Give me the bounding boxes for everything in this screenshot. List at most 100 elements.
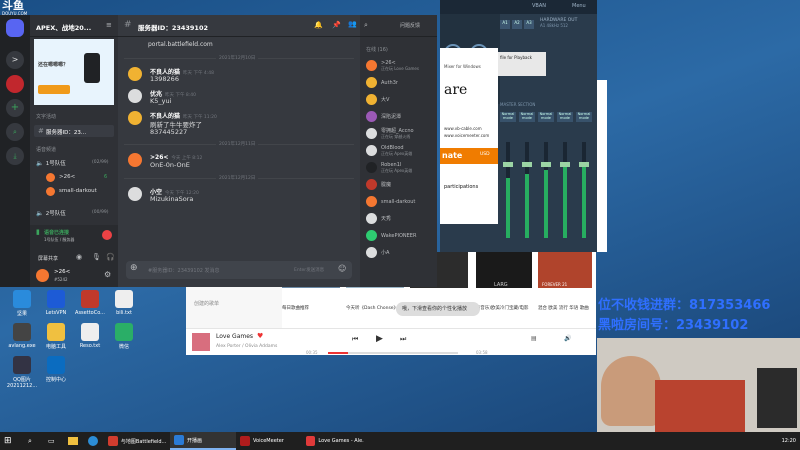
message-author[interactable]: >26< — [150, 154, 168, 161]
normal-mode-label[interactable]: Normal mode — [538, 112, 554, 122]
server-header[interactable]: APEX、战地20... ≡ — [30, 15, 118, 37]
taskbar-app[interactable]: VoiceMeeter — [236, 432, 302, 450]
donate-button[interactable]: nate USD — [440, 148, 498, 164]
headset-icon[interactable]: 🎧 — [106, 253, 115, 261]
emoji-icon[interactable]: ☺ — [338, 264, 346, 273]
pin-icon[interactable]: 📌 — [332, 21, 341, 29]
avatar[interactable] — [128, 89, 142, 103]
play-icon[interactable]: ▶ — [376, 334, 383, 344]
voice-category[interactable]: 语音频道 — [36, 146, 56, 153]
progress-track[interactable] — [328, 352, 458, 354]
prev-icon[interactable]: ⏮ — [352, 335, 358, 344]
member-item[interactable]: 天秀 — [366, 210, 436, 227]
feedback-link[interactable]: 问题反馈 — [400, 22, 420, 29]
normal-mode-label[interactable]: Normal mode — [557, 112, 573, 122]
voice-user[interactable]: small-darkout — [46, 187, 116, 198]
add-attachment-icon[interactable]: ⊕ — [130, 263, 138, 273]
message-input[interactable]: ⊕ #服务器ID：23439102 发消息 Enter发送消息 ☺ — [126, 261, 352, 279]
explorer-button[interactable] — [64, 432, 84, 450]
member-item[interactable]: Auth3r — [366, 74, 436, 91]
bus-button-a1[interactable]: A1 — [500, 20, 510, 29]
avatar — [366, 145, 377, 156]
start-button[interactable]: ⊞ — [0, 432, 24, 450]
bus-button-a2[interactable]: A2 — [512, 20, 522, 29]
desktop-icon[interactable]: 控制中心 — [36, 356, 76, 389]
avatar[interactable] — [36, 269, 49, 282]
member-item[interactable]: 小A — [366, 244, 436, 261]
download-icon[interactable]: ⤓ — [6, 147, 24, 165]
heart-icon[interactable]: ♥ — [257, 332, 263, 340]
member-item[interactable]: 零拥超_Accno 正在玩 穿越火线 — [366, 125, 436, 142]
taskbar-app[interactable]: 与地图Battlefield... — [104, 432, 170, 450]
screen-share-label[interactable]: 屏幕共享 — [38, 255, 58, 262]
member-item[interactable]: 大V — [366, 91, 436, 108]
vb-menu[interactable]: Menu — [572, 3, 586, 9]
members-icon[interactable]: 👥 — [348, 20, 357, 28]
fader-knob[interactable] — [541, 162, 551, 167]
banner-button[interactable] — [38, 85, 70, 94]
bell-icon[interactable]: 🔔 — [314, 21, 323, 29]
fader-knob[interactable] — [560, 162, 570, 167]
member-item[interactable]: Roben1l 正在玩 Apex英雄 — [366, 159, 436, 176]
discord-home-icon[interactable] — [6, 19, 24, 37]
member-item[interactable]: small-darkout — [366, 193, 436, 210]
volume-icon[interactable]: 🔊 — [564, 335, 571, 342]
master-section-label: MASTER SECTION — [500, 100, 595, 108]
member-item[interactable]: >26< 正在玩 Love Games — [366, 57, 436, 74]
mic-icon[interactable]: 🎙 — [92, 253, 101, 261]
normal-mode-label[interactable]: Normal mode — [576, 112, 592, 122]
search-button[interactable]: ⌕ — [24, 432, 44, 450]
normal-mode-label[interactable]: Normal mode — [519, 112, 535, 122]
fader-track[interactable] — [541, 142, 551, 238]
disconnect-icon[interactable] — [102, 230, 112, 240]
settings-gear-icon[interactable]: ⚙ — [104, 270, 111, 279]
voice-channel-team2[interactable]: 🔈 2号队伍 (00/99) — [36, 209, 116, 219]
voice-channel-team1[interactable]: 🔈 1号队伍 (02/99) — [36, 159, 116, 169]
fader-track[interactable] — [503, 142, 513, 238]
desktop-icon[interactable]: bili.txt — [104, 290, 144, 317]
fader-track[interactable] — [560, 142, 570, 238]
clock[interactable]: 12:20 — [778, 432, 800, 450]
avatar — [366, 111, 377, 122]
album-cover[interactable] — [192, 333, 210, 351]
voice-user[interactable]: >26< 6 — [46, 173, 116, 184]
channel-item-text[interactable]: # 服务器ID：23... — [34, 125, 114, 137]
tile-caption[interactable]: 每日歌曲推荐 — [282, 306, 340, 312]
event-label[interactable]: 文字活动 — [36, 113, 56, 120]
tile-caption[interactable]: (纯音乐)欧美冷门宝藏/电影 — [474, 306, 532, 312]
fader-knob[interactable] — [503, 162, 513, 167]
menu-icon[interactable]: ≡ — [106, 21, 112, 29]
normal-mode-label[interactable]: Normal mode — [500, 112, 516, 122]
fader-knob[interactable] — [522, 162, 532, 167]
next-icon[interactable]: ⏭ — [400, 335, 406, 344]
add-server-icon[interactable]: + — [6, 99, 24, 117]
tile-image[interactable]: FOREVER 21 — [538, 252, 592, 288]
fader-track[interactable] — [522, 142, 532, 238]
member-item[interactable]: OldBlood 正在玩 Apex英雄 — [366, 142, 436, 159]
bus-button-b1[interactable]: A3 — [524, 20, 534, 29]
member-item[interactable]: 胧魔 — [366, 176, 436, 193]
explore-icon[interactable]: ⌕ — [6, 123, 24, 141]
app-icon — [306, 436, 316, 446]
tile-caption[interactable]: 混合 欧美 流行 华语 歌曲 — [538, 306, 596, 312]
avatar[interactable] — [128, 153, 142, 167]
desktop-icon[interactable]: 微信 — [104, 323, 144, 350]
avatar[interactable] — [128, 111, 142, 125]
fader-knob[interactable] — [579, 162, 589, 167]
tile-image[interactable]: LARG — [476, 252, 532, 288]
avatar[interactable] — [128, 187, 142, 201]
search-icon[interactable]: ⌕ — [364, 21, 368, 30]
guild-server-icon[interactable] — [6, 75, 24, 93]
member-item[interactable]: WakePIONEER — [366, 227, 436, 244]
guild-chevron-icon[interactable]: > — [6, 51, 24, 69]
avatar[interactable] — [128, 67, 142, 81]
fader-track[interactable] — [579, 142, 589, 238]
taskbar-app[interactable]: 开播画 — [170, 432, 236, 450]
member-item[interactable]: 深陷泥潭 — [366, 108, 436, 125]
edge-button[interactable] — [84, 432, 104, 450]
lyrics-icon[interactable]: ▤ — [531, 335, 537, 342]
message-link[interactable]: portal.battlefield.com — [148, 41, 213, 48]
task-view-button[interactable]: ▭ — [44, 432, 64, 450]
video-icon[interactable]: ◉ — [76, 253, 82, 261]
taskbar-app[interactable]: Love Games - Ale... — [302, 432, 368, 450]
